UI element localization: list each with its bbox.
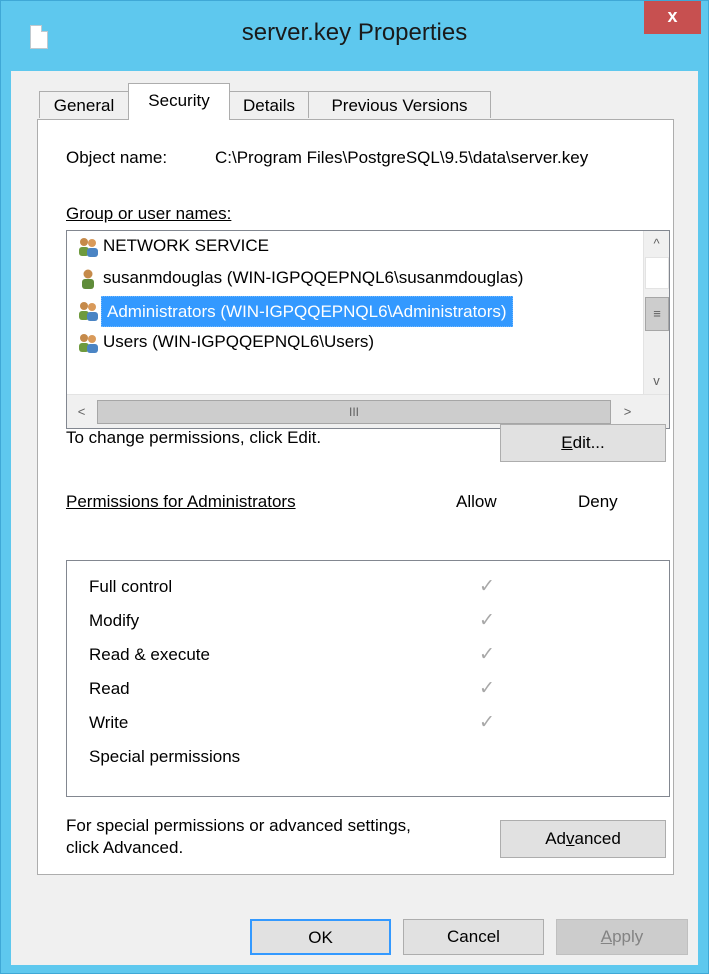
close-button[interactable]: x: [644, 1, 701, 34]
tab-security[interactable]: Security: [128, 83, 230, 120]
permission-name: Read & execute: [89, 645, 210, 664]
user-icon: [82, 269, 94, 289]
group-names-accel: Group or user names:: [66, 204, 232, 223]
scroll-down-icon[interactable]: v: [644, 368, 669, 393]
list-item-label: Users (WIN-IGPQQEPNQL6\Users): [103, 332, 375, 351]
permission-name: Modify: [89, 611, 140, 630]
scroll-track[interactable]: [645, 257, 669, 289]
advanced-label-pre: Ad: [545, 829, 566, 848]
advanced-hint-line1: For special permissions or advanced sett…: [66, 816, 411, 835]
allow-column-header: Allow: [456, 492, 497, 511]
group-names-label: Group or user names:: [66, 204, 231, 224]
user-group-icon: [79, 334, 98, 353]
list-item[interactable]: Users (WIN-IGPQQEPNQL6\Users): [73, 327, 643, 358]
horizontal-scrollbar[interactable]: < III >: [67, 394, 669, 428]
vertical-scrollbar[interactable]: ^ ≡ v: [643, 231, 669, 395]
security-panel: Object name: C:\Program Files\PostgreSQL…: [37, 119, 674, 875]
user-group-icon: [79, 238, 98, 257]
apply-label-accel: A: [600, 927, 613, 946]
permission-name: Full control: [89, 577, 173, 596]
permission-row: Read & execute ✓: [83, 641, 643, 671]
permission-name: Special permissions: [89, 747, 241, 766]
scroll-right-icon[interactable]: >: [615, 399, 640, 424]
allow-check-icon: ✓: [479, 678, 495, 699]
hscroll-thumb-icon[interactable]: III: [97, 400, 611, 424]
object-name-label: Object name:: [66, 148, 168, 167]
change-permissions-hint: To change permissions, click Edit.: [66, 428, 322, 447]
edit-label-accel: E: [561, 433, 573, 452]
tab-previous-versions[interactable]: Previous Versions: [308, 91, 491, 118]
advanced-hint-line2: click Advanced.: [66, 838, 184, 857]
apply-label-post: pply: [612, 927, 644, 946]
permission-row: Full control ✓: [83, 573, 643, 603]
allow-check-icon: ✓: [479, 712, 495, 733]
permissions-header: Permissions for Administrators: [66, 492, 296, 512]
advanced-button[interactable]: Advanced: [500, 820, 666, 858]
permissions-header-accel: Permissions for Administrators: [66, 492, 296, 511]
allow-check-icon: ✓: [479, 610, 495, 631]
title-bar[interactable]: server.key Properties x: [1, 1, 708, 71]
edit-label-post: dit...: [572, 433, 605, 452]
ok-button[interactable]: OK: [250, 919, 391, 955]
permission-row: Special permissions: [83, 743, 643, 773]
allow-check-icon: ✓: [479, 576, 495, 597]
scroll-thumb-icon[interactable]: ≡: [645, 297, 669, 331]
scroll-left-icon[interactable]: <: [69, 399, 94, 424]
cancel-button[interactable]: Cancel: [403, 919, 544, 955]
apply-button[interactable]: Apply: [556, 919, 688, 955]
list-item-selected[interactable]: Administrators (WIN-IGPQQEPNQL6\Administ…: [73, 295, 643, 327]
deny-column-header: Deny: [578, 492, 618, 511]
list-item-label: Administrators (WIN-IGPQQEPNQL6\Administ…: [101, 296, 513, 327]
permission-row: Modify ✓: [83, 607, 643, 637]
list-item-label: NETWORK SERVICE: [103, 236, 269, 255]
permission-row: Write ✓: [83, 709, 643, 739]
advanced-label-post: anced: [574, 829, 621, 848]
tab-general[interactable]: General: [39, 91, 129, 118]
edit-button[interactable]: Edit...: [500, 424, 666, 462]
permission-name: Write: [89, 713, 129, 732]
allow-check-icon: ✓: [479, 644, 495, 665]
permissions-list[interactable]: Full control ✓ Modify ✓ Read & execute ✓…: [66, 560, 670, 797]
tab-details[interactable]: Details: [229, 91, 309, 118]
dialog-client: General Security Details Previous Versio…: [11, 71, 698, 965]
group-user-list[interactable]: NETWORK SERVICE susanmdouglas (WIN-IGPQQ…: [66, 230, 670, 429]
list-item[interactable]: susanmdouglas (WIN-IGPQQEPNQL6\susanmdou…: [73, 263, 643, 294]
properties-window: server.key Properties x General Security…: [0, 0, 709, 974]
list-item-label: susanmdouglas (WIN-IGPQQEPNQL6\susanmdou…: [103, 268, 524, 287]
permission-name: Read: [89, 679, 130, 698]
window-title: server.key Properties: [241, 19, 468, 46]
object-name-value: C:\Program Files\PostgreSQL\9.5\data\ser…: [215, 148, 589, 167]
user-group-icon: [79, 302, 98, 321]
permission-row: Read ✓: [83, 675, 643, 705]
scroll-up-icon[interactable]: ^: [644, 231, 669, 256]
list-item[interactable]: NETWORK SERVICE: [73, 231, 643, 262]
